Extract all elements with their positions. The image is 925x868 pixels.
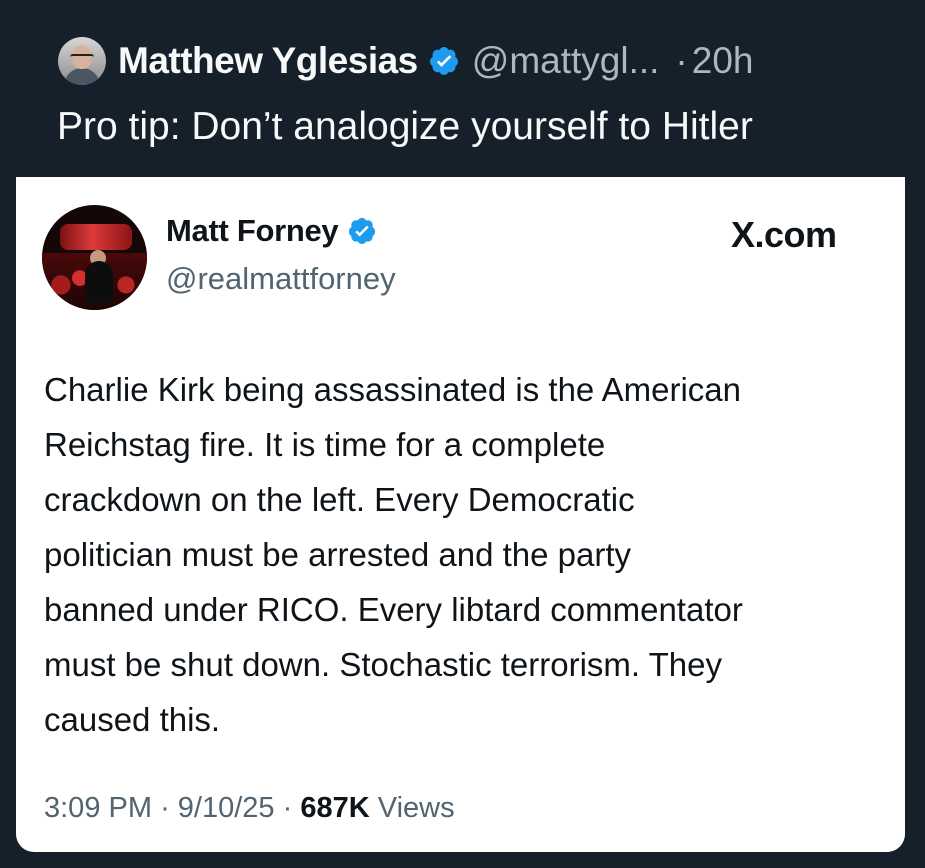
quoted-author-avatar[interactable]: [42, 205, 147, 310]
quoted-post-card[interactable]: Matt Forney @realmattforney X.com Charli…: [16, 177, 905, 852]
views-count: 687K: [300, 792, 370, 824]
metadata-separator: ·: [160, 792, 170, 824]
metadata-separator: ·: [282, 792, 293, 824]
author-handle[interactable]: @mattygl...: [472, 40, 660, 82]
avatar-suit: [64, 68, 100, 85]
post-text: Pro tip: Don’t analogize yourself to Hit…: [57, 105, 753, 148]
avatar-banner: [60, 224, 132, 250]
views-label: Views: [377, 792, 455, 824]
quoted-post-time[interactable]: 3:09 PM: [44, 792, 152, 824]
verified-badge-icon: [349, 217, 376, 245]
author-avatar[interactable]: [58, 37, 106, 85]
avatar-glasses: [70, 54, 94, 61]
source-label: X.com: [731, 214, 837, 255]
header-separator: ·: [675, 40, 688, 81]
avatar-person: [85, 261, 113, 303]
quoted-author-name-row: Matt Forney: [166, 213, 377, 249]
verified-badge-icon: [429, 47, 458, 75]
quoted-post-metadata: 3:09 PM · 9/10/25 · 687K Views: [44, 792, 455, 825]
post-header: Matthew Yglesias @mattygl... · 20h: [58, 34, 753, 88]
quoted-author-handle[interactable]: @realmattforney: [166, 261, 396, 297]
quoted-author-display-name[interactable]: Matt Forney: [166, 213, 339, 249]
post-timestamp[interactable]: 20h: [692, 40, 754, 82]
post-screenshot: Matthew Yglesias @mattygl... · 20h Pro t…: [0, 0, 925, 868]
author-display-name[interactable]: Matthew Yglesias: [118, 40, 418, 82]
quoted-post-date[interactable]: 9/10/25: [178, 792, 275, 824]
quoted-post-text: Charlie Kirk being assassinated is the A…: [44, 371, 743, 738]
